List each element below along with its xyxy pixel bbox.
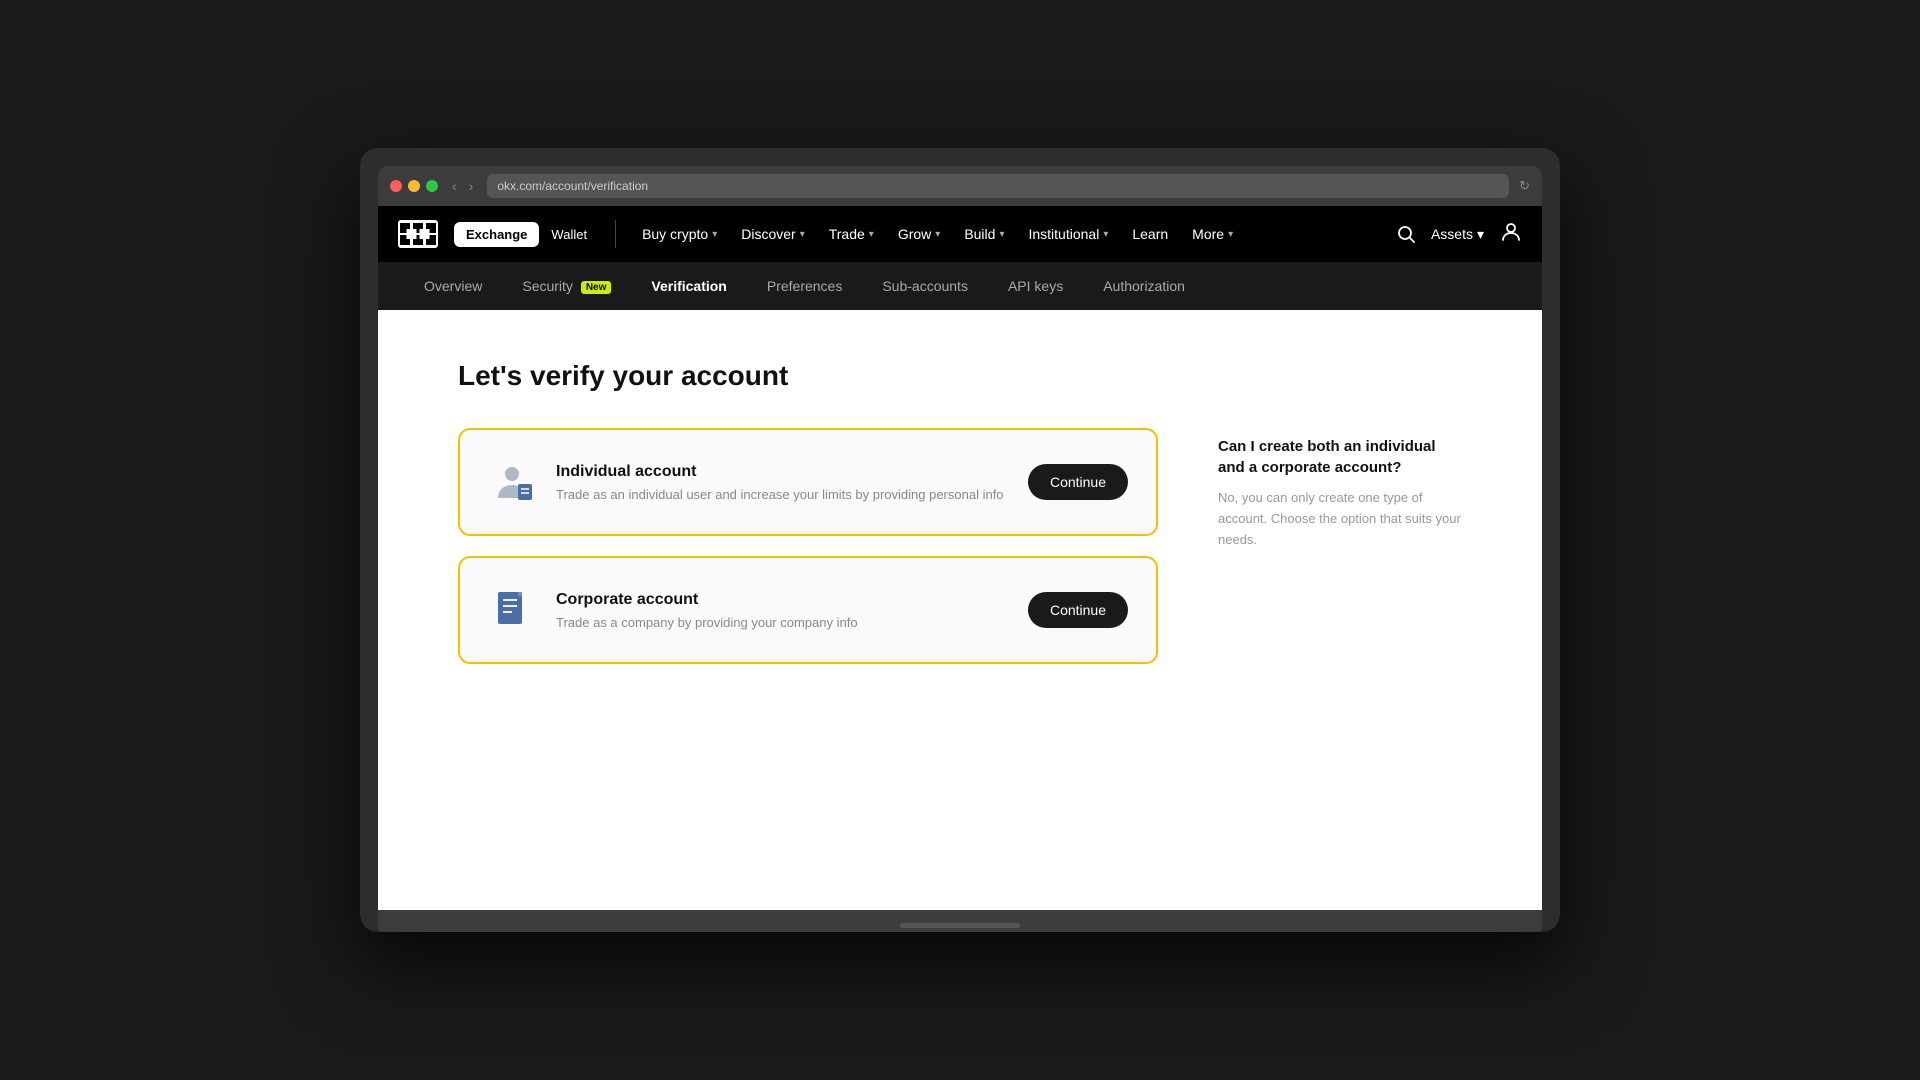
close-traffic-light[interactable] <box>390 180 402 192</box>
corporate-card-text: Corporate account Trade as a company by … <box>556 591 858 630</box>
page-title: Let's verify your account <box>458 360 1462 392</box>
main-content: Let's verify your account <box>378 310 1542 910</box>
individual-card-text: Individual account Trade as an individua… <box>556 463 1004 502</box>
laptop-bottom <box>378 910 1542 932</box>
sub-nav: Overview Security New Verification Prefe… <box>378 262 1542 310</box>
laptop-frame: ‹ › okx.com/account/verification ↻ <box>360 148 1560 932</box>
assets-button[interactable]: Assets ▾ <box>1431 226 1484 243</box>
subnav-subaccounts[interactable]: Sub-accounts <box>866 272 984 300</box>
search-button[interactable] <box>1397 225 1415 243</box>
nav-institutional[interactable]: Institutional ▾ <box>1018 220 1118 248</box>
profile-button[interactable] <box>1500 220 1522 248</box>
okx-logo[interactable] <box>398 220 438 248</box>
corporate-continue-button[interactable]: Continue <box>1028 592 1128 628</box>
nav-buy-crypto[interactable]: Buy crypto ▾ <box>632 220 727 248</box>
minimize-traffic-light[interactable] <box>408 180 420 192</box>
chevron-down-icon: ▾ <box>869 229 874 240</box>
subnav-apikeys[interactable]: API keys <box>992 272 1079 300</box>
top-nav: Exchange Wallet Buy crypto ▾ Discover ▾ … <box>378 206 1542 262</box>
nav-links: Buy crypto ▾ Discover ▾ Trade ▾ Grow ▾ B… <box>632 220 1397 248</box>
chevron-down-icon: ▾ <box>1103 229 1108 240</box>
faq-section: Can I create both an individual and a co… <box>1218 428 1462 664</box>
chevron-down-icon: ▾ <box>935 229 940 240</box>
address-bar[interactable]: okx.com/account/verification <box>487 174 1509 198</box>
url-text: okx.com/account/verification <box>497 179 648 193</box>
new-badge: New <box>581 281 612 294</box>
reload-icon[interactable]: ↻ <box>1519 178 1530 194</box>
nav-build[interactable]: Build ▾ <box>954 220 1014 248</box>
subnav-verification[interactable]: Verification <box>635 272 742 300</box>
logo-area <box>398 220 438 248</box>
individual-continue-button[interactable]: Continue <box>1028 464 1128 500</box>
nav-discover[interactable]: Discover ▾ <box>731 220 815 248</box>
browser-controls: ↻ <box>1519 178 1530 194</box>
corporate-account-icon <box>488 586 536 634</box>
fullscreen-traffic-light[interactable] <box>426 180 438 192</box>
chevron-down-icon: ▾ <box>999 229 1004 240</box>
card-left-individual: Individual account Trade as an individua… <box>488 458 1004 506</box>
nav-divider <box>615 220 616 248</box>
traffic-lights <box>390 180 438 192</box>
cards-section: Individual account Trade as an individua… <box>458 428 1158 664</box>
subnav-preferences[interactable]: Preferences <box>751 272 858 300</box>
chevron-down-icon: ▾ <box>1228 229 1233 240</box>
nav-right: Assets ▾ <box>1397 220 1522 248</box>
corporate-account-title: Corporate account <box>556 591 858 609</box>
nav-trade[interactable]: Trade ▾ <box>819 220 884 248</box>
back-button[interactable]: ‹ <box>448 176 461 196</box>
corporate-account-card: Corporate account Trade as a company by … <box>458 556 1158 664</box>
individual-account-card: Individual account Trade as an individua… <box>458 428 1158 536</box>
nav-learn[interactable]: Learn <box>1122 220 1178 248</box>
individual-account-icon <box>488 458 536 506</box>
subnav-authorization[interactable]: Authorization <box>1087 272 1201 300</box>
nav-grow[interactable]: Grow ▾ <box>888 220 950 248</box>
card-left-corporate: Corporate account Trade as a company by … <box>488 586 858 634</box>
subnav-security[interactable]: Security New <box>506 272 627 300</box>
corporate-account-desc: Trade as a company by providing your com… <box>556 615 858 630</box>
chevron-down-icon: ▾ <box>712 229 717 240</box>
nav-more[interactable]: More ▾ <box>1182 220 1243 248</box>
individual-account-title: Individual account <box>556 463 1004 481</box>
subnav-overview[interactable]: Overview <box>408 272 498 300</box>
faq-answer: No, you can only create one type of acco… <box>1218 488 1462 550</box>
exchange-button[interactable]: Exchange <box>454 222 539 247</box>
individual-account-desc: Trade as an individual user and increase… <box>556 487 1004 502</box>
faq-question: Can I create both an individual and a co… <box>1218 436 1462 478</box>
wallet-button[interactable]: Wallet <box>539 222 599 247</box>
trackpad-notch <box>900 923 1020 928</box>
forward-button[interactable]: › <box>465 176 478 196</box>
nav-arrows: ‹ › <box>448 176 477 196</box>
chevron-down-icon: ▾ <box>800 229 805 240</box>
content-layout: Individual account Trade as an individua… <box>458 428 1462 664</box>
browser-chrome: ‹ › okx.com/account/verification ↻ <box>378 166 1542 206</box>
screen: Exchange Wallet Buy crypto ▾ Discover ▾ … <box>378 206 1542 910</box>
